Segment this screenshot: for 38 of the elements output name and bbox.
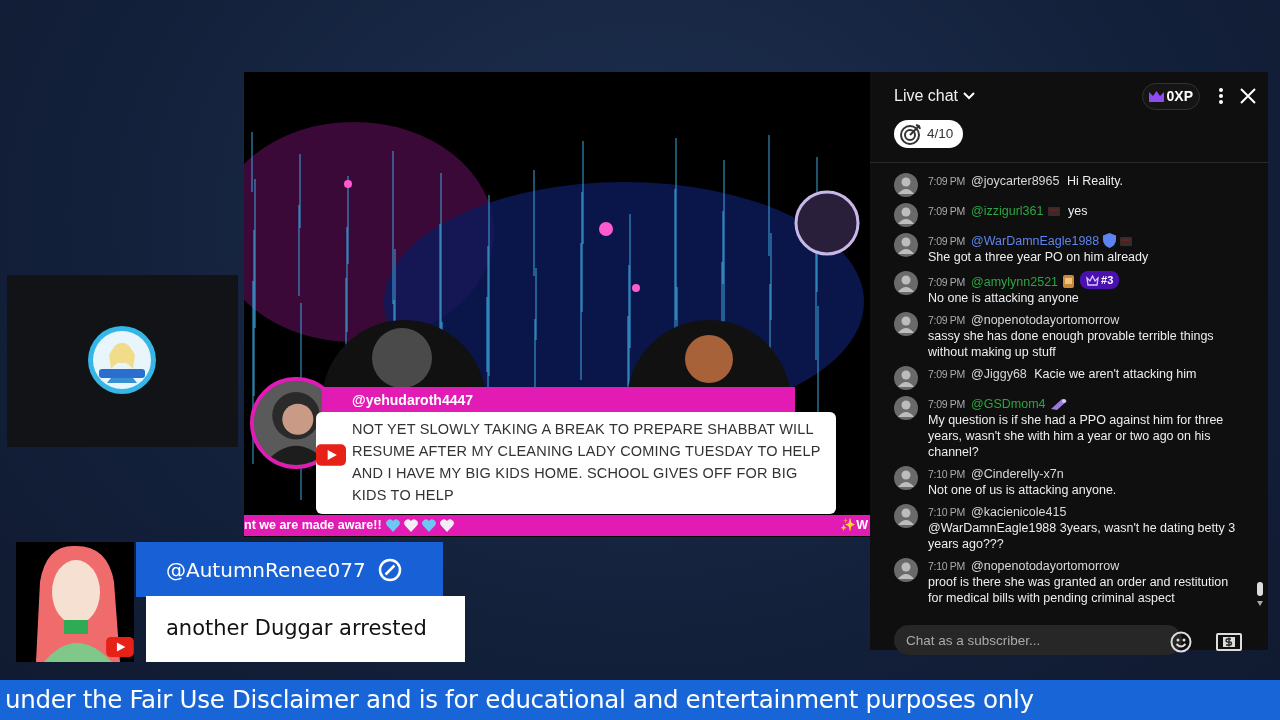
message-text: My question is if she had a PPO against him for three years, wasn't she with him a year or two ago on his channel?: [928, 411, 1225, 460]
xp-text: 0XP: [1166, 86, 1193, 106]
message-text: proof is there she was granted an order and restitution for medical bills with pending criminal aspect: [928, 573, 1230, 606]
chat-mode-dropdown[interactable]: Live chat: [894, 84, 977, 108]
author-name[interactable]: @joycarter8965: [971, 174, 1060, 188]
author-name[interactable]: @nopenotodayortomorrow: [971, 312, 1120, 327]
rank-text: #3: [1101, 273, 1114, 288]
comment-text: another Duggar arrested: [166, 615, 427, 643]
message-text: No one is attacking anyone: [928, 289, 1080, 306]
message-text: Kacie we aren't attacking him: [1033, 366, 1197, 381]
timestamp: 7:10 PM: [928, 559, 965, 572]
timestamp: 7:09 PM: [928, 275, 965, 288]
timestamp: 7:09 PM: [928, 397, 965, 410]
timestamp: 7:09 PM: [928, 175, 965, 187]
author-name[interactable]: @Jiggy68: [971, 366, 1027, 381]
chat-input[interactable]: Chat as a subscriber...: [894, 625, 1182, 655]
author-name[interactable]: @amylynn2521: [971, 274, 1059, 289]
disclaimer-text: under the Fair Use Disclaimer and is for educational and entertainment purposes only: [5, 683, 1034, 716]
message-text: Not one of us is attacking anyone.: [928, 481, 1117, 498]
author-name[interactable]: @GSDmom4: [971, 396, 1046, 411]
timestamp: 7:09 PM: [928, 313, 965, 326]
message-text: @WarDamnEagle1988 3years, wasn't he dating betty 3 years ago???: [928, 519, 1237, 552]
message-text: She got a three year PO on him already: [928, 249, 1149, 265]
message-text: yes: [1066, 204, 1088, 218]
timestamp: 7:09 PM: [928, 205, 965, 217]
author-name: @AutumnRenee077: [166, 556, 366, 584]
author-name[interactable]: @Cinderelly-x7n: [971, 466, 1064, 481]
author-name[interactable]: @izzigurl361: [971, 204, 1044, 218]
timestamp: 7:09 PM: [928, 235, 965, 247]
message-text: Hi Reality.: [1065, 174, 1123, 188]
goal-counter[interactable]: 4/10: [894, 120, 964, 148]
timestamp: 7:10 PM: [928, 505, 965, 518]
message-text: sassy she has done enough provable terrible things without making up stuff: [928, 327, 1215, 360]
author-name[interactable]: @nopenotodayortomorrow: [971, 558, 1120, 573]
timestamp: 7:09 PM: [928, 367, 965, 380]
author-name[interactable]: @WarDamnEagle1988: [971, 234, 1100, 248]
timestamp: 7:10 PM: [928, 467, 965, 480]
author-name[interactable]: @kacienicole415: [971, 504, 1067, 519]
